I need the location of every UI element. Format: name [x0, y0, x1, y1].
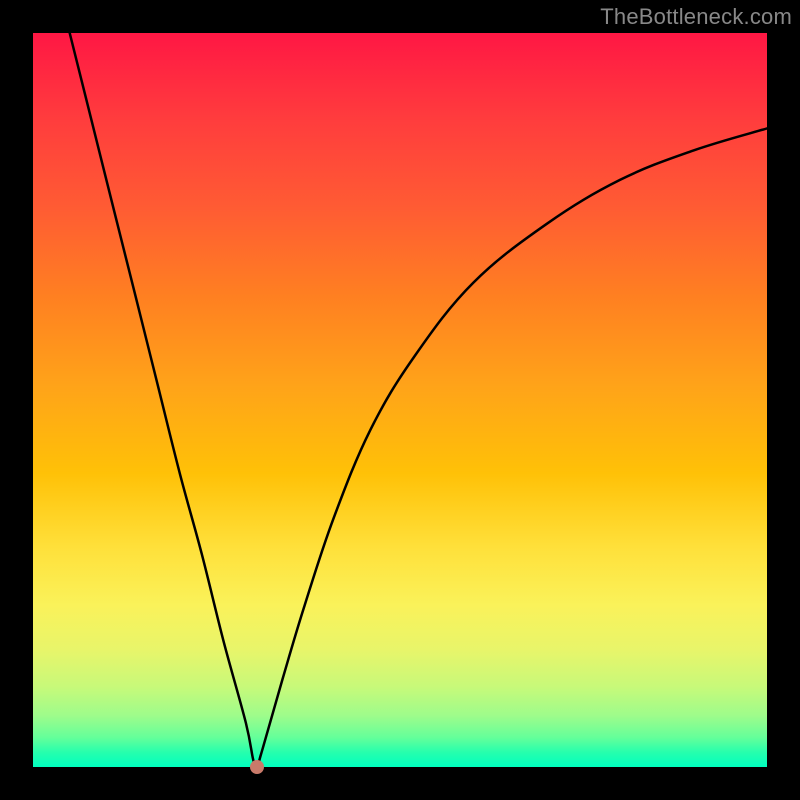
plot-area	[33, 33, 767, 767]
minimum-marker	[250, 760, 264, 774]
watermark-text: TheBottleneck.com	[600, 4, 792, 30]
chart-frame: TheBottleneck.com	[0, 0, 800, 800]
bottleneck-curve	[33, 33, 767, 767]
